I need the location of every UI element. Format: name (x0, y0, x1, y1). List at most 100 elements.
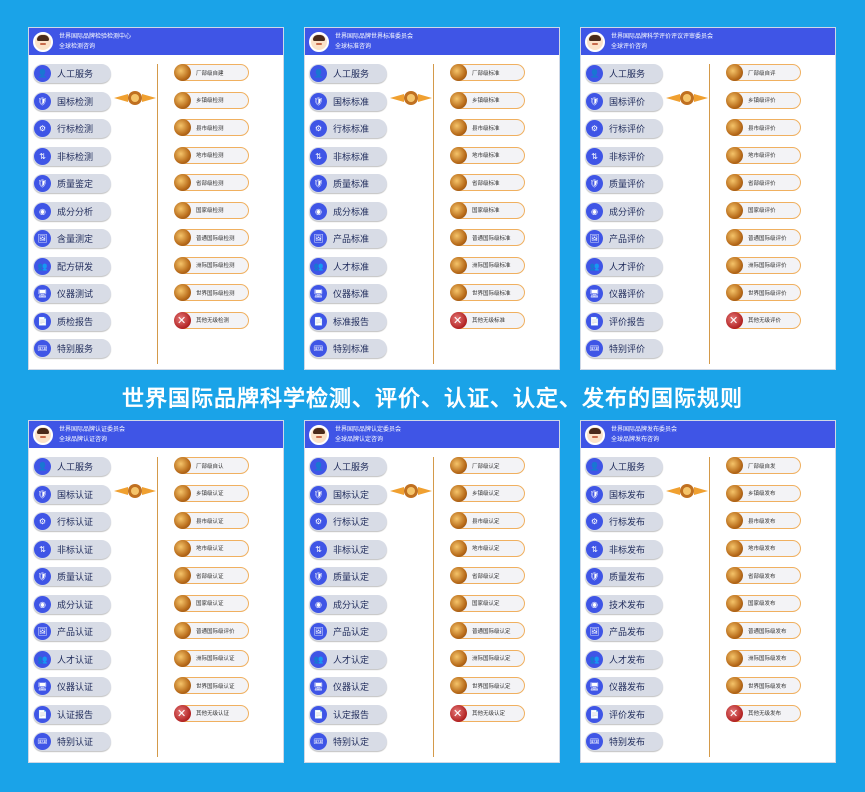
level-option[interactable]: 国家级评价 (726, 201, 801, 219)
level-option[interactable]: 县市级标准 (450, 119, 525, 136)
service-button[interactable]: 👤 人工服务 (585, 64, 663, 83)
service-button[interactable]: 🖼 产品发布 (585, 622, 663, 641)
service-button[interactable]: 🛡 质量标准 (309, 174, 387, 193)
service-button[interactable]: 🛡 质量评价 (585, 174, 663, 193)
level-option[interactable]: 厂部级自建 (174, 64, 249, 81)
service-button[interactable]: 👥 人才标准 (309, 256, 387, 276)
service-button[interactable]: ⚙ 行标标准 (309, 119, 387, 138)
service-button[interactable]: 🛡 国标认定 (309, 484, 387, 504)
service-button[interactable]: ◉ 技术发布 (585, 594, 663, 614)
service-button[interactable]: ⚙ 行标检测 (33, 119, 111, 138)
level-option[interactable]: 国家级发布 (726, 594, 801, 612)
level-option[interactable]: 省部级标准 (450, 174, 525, 191)
level-option[interactable]: 县市级检测 (174, 119, 249, 136)
service-button[interactable]: ⇅ 非标评价 (585, 146, 663, 166)
service-button[interactable]: 👤 人工服务 (585, 457, 663, 476)
level-option[interactable]: 乡镇级标准 (450, 91, 525, 109)
level-option[interactable]: 洲际国际级认定 (450, 649, 525, 667)
level-option[interactable]: 乡镇级认证 (174, 484, 249, 502)
service-button[interactable]: 👤 人工服务 (309, 457, 387, 476)
service-button[interactable]: 👥 配方研发 (33, 256, 111, 276)
service-button[interactable]: 🎟 特别认定 (309, 732, 387, 751)
level-option[interactable]: 世界国际级认证 (174, 677, 249, 694)
service-button[interactable]: 📄 认定报告 (309, 704, 387, 724)
service-button[interactable]: ⚙ 行标认证 (33, 512, 111, 531)
service-button[interactable]: 🎟 特别服务 (33, 339, 111, 358)
service-button[interactable]: 👥 人才评价 (585, 256, 663, 276)
level-option[interactable]: 县市级发布 (726, 512, 801, 529)
level-option[interactable]: 县市级认定 (450, 512, 525, 529)
service-button[interactable]: 📄 认证报告 (33, 704, 111, 724)
level-option[interactable]: 乡镇级认定 (450, 484, 525, 502)
service-button[interactable]: 🖥 仪器测试 (33, 284, 111, 303)
level-option[interactable]: 国家级认定 (450, 594, 525, 612)
level-option[interactable]: 其他无级检测 (174, 311, 249, 329)
service-button[interactable]: 🎟 特别评价 (585, 339, 663, 358)
level-option[interactable]: 乡镇级检测 (174, 91, 249, 109)
level-option[interactable]: 洲际国际级认证 (174, 649, 249, 667)
service-button[interactable]: ⚙ 行标评价 (585, 119, 663, 138)
service-button[interactable]: 📄 评价发布 (585, 704, 663, 724)
service-button[interactable]: 🎟 特别标准 (309, 339, 387, 358)
service-button[interactable]: 🖼 产品认证 (33, 622, 111, 641)
service-button[interactable]: 👤 人工服务 (33, 64, 111, 83)
level-option[interactable]: 省部级检测 (174, 174, 249, 191)
service-button[interactable]: 👥 人才认定 (309, 649, 387, 669)
service-button[interactable]: 📄 质检报告 (33, 311, 111, 331)
level-option[interactable]: 乡镇级发布 (726, 484, 801, 502)
level-option[interactable]: 省部级评价 (726, 174, 801, 191)
level-option[interactable]: 普通国际级评价 (726, 229, 801, 246)
level-option[interactable]: 洲际国际级评价 (726, 256, 801, 274)
service-button[interactable]: ⇅ 非标认证 (33, 539, 111, 559)
level-option[interactable]: 普通国际级认定 (450, 622, 525, 639)
level-option[interactable]: 地市级认定 (450, 539, 525, 557)
level-option[interactable]: 省部级发布 (726, 567, 801, 584)
service-button[interactable]: ⇅ 非标发布 (585, 539, 663, 559)
level-option[interactable]: 洲际国际级发布 (726, 649, 801, 667)
service-button[interactable]: 🛡 国标检测 (33, 91, 111, 111)
level-option[interactable]: 厂部级自发 (726, 457, 801, 474)
level-option[interactable]: 普通国际级标准 (450, 229, 525, 246)
service-button[interactable]: 🛡 质量发布 (585, 567, 663, 586)
service-button[interactable]: 🛡 质量认定 (309, 567, 387, 586)
level-option[interactable]: 地市级检测 (174, 146, 249, 164)
level-option[interactable]: 省部级认定 (450, 567, 525, 584)
level-option[interactable]: 国家级标准 (450, 201, 525, 219)
level-option[interactable]: 国家级检测 (174, 201, 249, 219)
level-option[interactable]: 其他无级发布 (726, 704, 801, 722)
level-option[interactable]: 省部级认证 (174, 567, 249, 584)
service-button[interactable]: 🎟 特别发布 (585, 732, 663, 751)
service-button[interactable]: 🛡 质量认证 (33, 567, 111, 586)
service-button[interactable]: ⚙ 行标认定 (309, 512, 387, 531)
level-option[interactable]: 地市级认证 (174, 539, 249, 557)
service-button[interactable]: ◉ 成分认定 (309, 594, 387, 614)
service-button[interactable]: 🖥 仪器发布 (585, 677, 663, 696)
level-option[interactable]: 其他无级评价 (726, 311, 801, 329)
service-button[interactable]: 👥 人才认证 (33, 649, 111, 669)
service-button[interactable]: ⇅ 非标标准 (309, 146, 387, 166)
service-button[interactable]: ⇅ 非标认定 (309, 539, 387, 559)
service-button[interactable]: ◉ 成分标准 (309, 201, 387, 221)
service-button[interactable]: 🛡 国标评价 (585, 91, 663, 111)
service-button[interactable]: 🖥 仪器评价 (585, 284, 663, 303)
service-button[interactable]: 🛡 国标认证 (33, 484, 111, 504)
service-button[interactable]: 📄 标准报告 (309, 311, 387, 331)
service-button[interactable]: 🖥 仪器认证 (33, 677, 111, 696)
service-button[interactable]: ◉ 成分评价 (585, 201, 663, 221)
level-option[interactable]: 普通国际级发布 (726, 622, 801, 639)
service-button[interactable]: 🖼 产品评价 (585, 229, 663, 248)
level-option[interactable]: 其他无级认证 (174, 704, 249, 722)
level-option[interactable]: 县市级评价 (726, 119, 801, 136)
level-option[interactable]: 洲际国际级标准 (450, 256, 525, 274)
service-button[interactable]: 🖼 产品标准 (309, 229, 387, 248)
level-option[interactable]: 地市级标准 (450, 146, 525, 164)
level-option[interactable]: 乡镇级评价 (726, 91, 801, 109)
service-button[interactable]: 🖼 含量测定 (33, 229, 111, 248)
level-option[interactable]: 其他无级标准 (450, 311, 525, 329)
service-button[interactable]: 🎟 特别认证 (33, 732, 111, 751)
level-option[interactable]: 世界国际级认定 (450, 677, 525, 694)
level-option[interactable]: 其他无级认定 (450, 704, 525, 722)
level-option[interactable]: 普通国际级评价 (174, 622, 249, 639)
level-option[interactable]: 厂部级认定 (450, 457, 525, 474)
service-button[interactable]: 🖥 仪器认定 (309, 677, 387, 696)
